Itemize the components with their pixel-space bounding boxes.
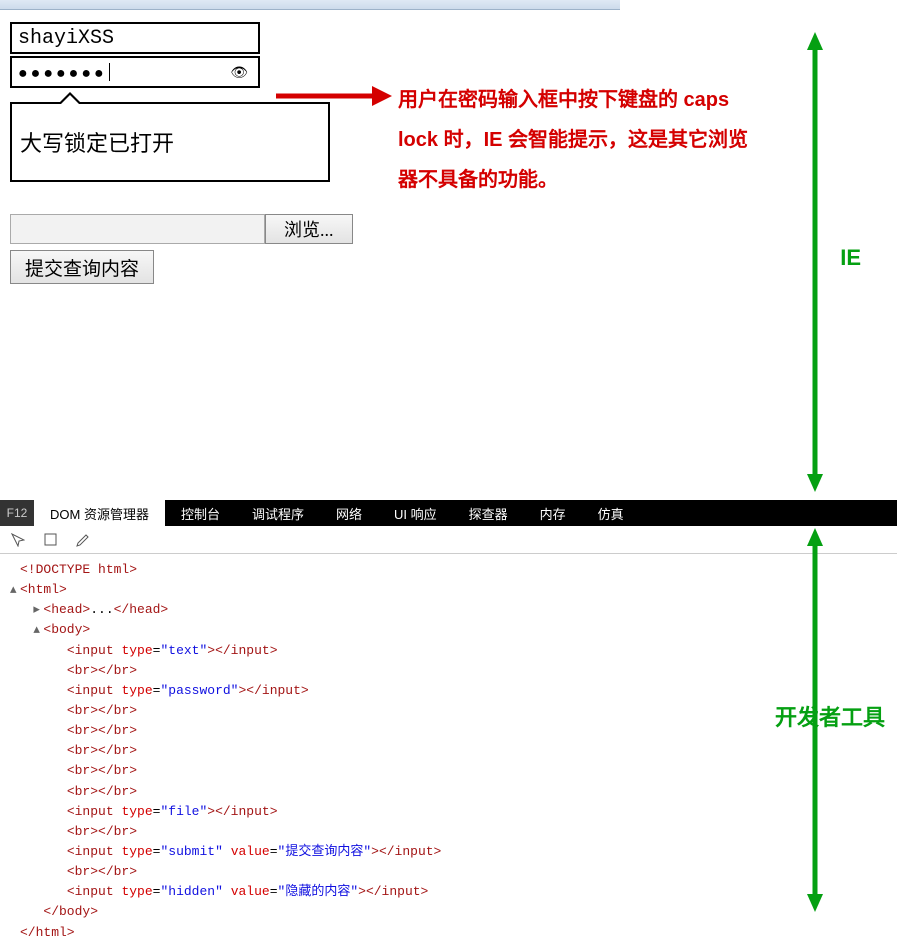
- bracket-ie-icon: [805, 32, 825, 492]
- tab-ui-response[interactable]: UI 响应: [378, 500, 453, 526]
- annotation-ie-label: IE: [840, 245, 861, 271]
- dom-line[interactable]: <br></br>: [10, 862, 897, 882]
- dom-line[interactable]: <br></br>: [10, 822, 897, 842]
- tab-network[interactable]: 网络: [320, 500, 378, 526]
- annotation-red-text: 用户在密码输入框中按下键盘的 caps lock 时，IE 会智能提示，这是其它…: [398, 80, 768, 200]
- browse-button[interactable]: 浏览...: [265, 214, 353, 244]
- browser-chrome-strip: [0, 0, 620, 10]
- username-input[interactable]: [10, 22, 260, 54]
- dom-line[interactable]: <br></br>: [10, 782, 897, 802]
- dom-line[interactable]: <br></br>: [10, 761, 897, 781]
- file-path-display: [10, 214, 265, 244]
- capslock-tooltip: 大写锁定已打开: [10, 102, 330, 182]
- tab-dom-explorer[interactable]: DOM 资源管理器: [34, 500, 165, 526]
- dom-line[interactable]: <br></br>: [10, 661, 897, 681]
- devtools-toolbar: [0, 526, 897, 554]
- dom-line[interactable]: <!DOCTYPE html>: [10, 560, 897, 580]
- dom-tree[interactable]: <!DOCTYPE html>▴ <html> ▸ <head>...</hea…: [0, 554, 897, 949]
- password-input[interactable]: ●●●●●●● 👁: [10, 56, 260, 88]
- dom-line[interactable]: <br></br>: [10, 741, 897, 761]
- tab-profiler[interactable]: 探查器: [453, 500, 524, 526]
- annotation-devtools-label: 开发者工具: [775, 700, 885, 732]
- dom-line[interactable]: ▴ <html>: [10, 580, 897, 600]
- reveal-password-icon[interactable]: 👁: [230, 64, 252, 81]
- dom-line[interactable]: <input type="text"></input>: [10, 641, 897, 661]
- tab-emulation[interactable]: 仿真: [582, 500, 640, 526]
- select-element-icon[interactable]: [10, 532, 26, 548]
- dom-line[interactable]: ▴ <body>: [10, 620, 897, 640]
- submit-button[interactable]: 提交查询内容: [10, 250, 154, 284]
- dom-line[interactable]: <input type="password"></input>: [10, 681, 897, 701]
- tab-debugger[interactable]: 调试程序: [236, 500, 320, 526]
- dom-line[interactable]: ▸ <head>...</head>: [10, 600, 897, 620]
- dom-line[interactable]: <br></br>: [10, 701, 897, 721]
- arrow-icon: [274, 82, 394, 110]
- password-mask: ●●●●●●●: [18, 65, 107, 82]
- tab-console[interactable]: 控制台: [165, 500, 236, 526]
- dom-line[interactable]: </html>: [10, 923, 897, 943]
- devtools-tabbar: F12 DOM 资源管理器 控制台 调试程序 网络 UI 响应 探查器 内存 仿…: [0, 500, 897, 526]
- tab-memory[interactable]: 内存: [524, 500, 582, 526]
- f12-label: F12: [0, 500, 34, 526]
- highlight-icon[interactable]: [42, 532, 58, 548]
- dom-line[interactable]: <input type="submit" value="提交查询内容"></in…: [10, 842, 897, 862]
- dom-line[interactable]: <input type="hidden" value="隐藏的内容"></inp…: [10, 882, 897, 902]
- color-picker-icon[interactable]: [74, 532, 90, 548]
- page-content: ●●●●●●● 👁 大写锁定已打开 浏览... 提交查询内容 用户在密码输入框中…: [0, 10, 897, 500]
- devtools-panel: F12 DOM 资源管理器 控制台 调试程序 网络 UI 响应 探查器 内存 仿…: [0, 500, 897, 949]
- dom-line[interactable]: <br></br>: [10, 721, 897, 741]
- dom-line[interactable]: <input type="file"></input>: [10, 802, 897, 822]
